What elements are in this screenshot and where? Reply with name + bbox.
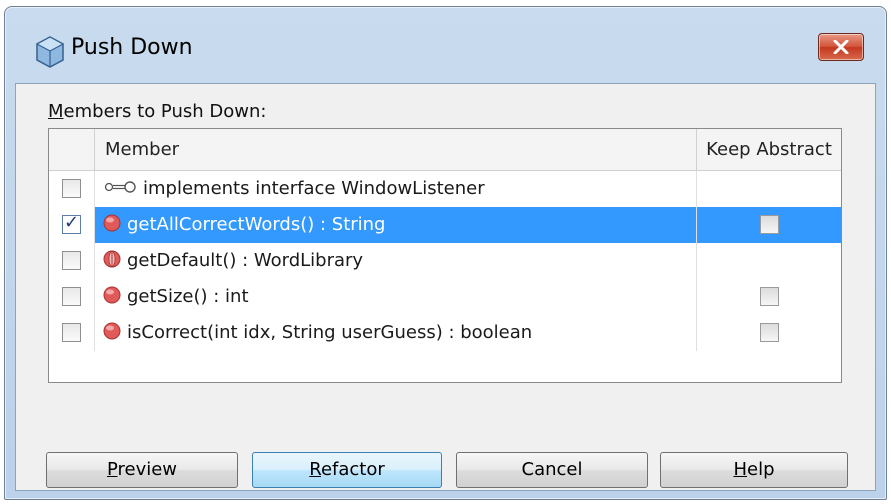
keep-abstract-cell <box>697 243 841 279</box>
refactor-mnemonic: R <box>309 459 321 480</box>
member-label: getAllCorrectWords() : String <box>127 214 386 235</box>
check-cell <box>49 171 95 207</box>
refactor-button[interactable]: Refactor <box>252 452 442 488</box>
members-label-text: embers to Push Down: <box>63 101 267 122</box>
column-header-check[interactable] <box>49 129 95 171</box>
table-row[interactable]: getSize() : int <box>49 279 841 315</box>
method-icon <box>103 322 121 340</box>
table-row[interactable]: isCorrect(int idx, String userGuess) : b… <box>49 315 841 351</box>
keep-abstract-cell <box>697 171 841 207</box>
keep-abstract-cell <box>697 279 841 315</box>
keep-abstract-checkbox[interactable] <box>760 215 779 234</box>
abstract-method-icon <box>103 250 121 268</box>
table-row[interactable]: ✓ getAllCorrectWords() : String <box>49 207 841 243</box>
help-mnemonic: H <box>733 459 748 480</box>
help-button[interactable]: Help <box>660 452 848 488</box>
member-cell[interactable]: getAllCorrectWords() : String <box>95 207 697 243</box>
title-bar: Push Down <box>5 7 886 83</box>
member-cell[interactable]: implements interface WindowListener <box>95 171 697 207</box>
keep-abstract-cell <box>697 315 841 351</box>
members-label: Members to Push Down: <box>48 101 266 122</box>
cancel-label: Cancel <box>521 459 583 480</box>
method-icon <box>103 214 121 232</box>
member-checkbox[interactable] <box>62 179 81 198</box>
close-button[interactable] <box>818 33 864 61</box>
members-label-mnemonic: M <box>48 101 64 122</box>
keep-abstract-checkbox[interactable] <box>760 323 779 342</box>
window-title: Push Down <box>71 35 193 60</box>
table-header: Member Keep Abstract <box>49 129 841 171</box>
check-cell <box>49 279 95 315</box>
member-cell[interactable]: getDefault() : WordLibrary <box>95 243 697 279</box>
keep-abstract-checkbox[interactable] <box>760 287 779 306</box>
member-cell[interactable]: getSize() : int <box>95 279 697 315</box>
push-down-dialog: Push Down Members to Push Down: Member K… <box>4 6 887 500</box>
checkmark-icon: ✓ <box>64 212 80 233</box>
help-label: elp <box>747 459 775 480</box>
dialog-body: Members to Push Down: Member Keep Abstra… <box>15 83 876 491</box>
table-row[interactable]: getDefault() : WordLibrary <box>49 243 841 279</box>
member-label: getSize() : int <box>127 286 249 307</box>
check-cell: ✓ <box>49 207 95 243</box>
interface-implements-icon <box>104 181 136 193</box>
member-label: isCorrect(int idx, String userGuess) : b… <box>127 322 533 343</box>
check-cell <box>49 315 95 351</box>
member-checkbox[interactable] <box>62 251 81 270</box>
close-icon <box>833 40 849 54</box>
table-row[interactable]: implements interface WindowListener <box>49 171 841 207</box>
preview-mnemonic: P <box>106 459 118 480</box>
member-label: implements interface WindowListener <box>143 178 485 199</box>
member-checkbox[interactable] <box>62 323 81 342</box>
members-table: Member Keep Abstract implements interfac… <box>48 128 842 383</box>
preview-label: review <box>117 459 178 480</box>
member-checkbox[interactable]: ✓ <box>62 212 81 234</box>
cancel-button[interactable]: Cancel <box>456 452 648 488</box>
member-cell[interactable]: isCorrect(int idx, String userGuess) : b… <box>95 315 697 351</box>
check-cell <box>49 243 95 279</box>
member-label: getDefault() : WordLibrary <box>127 250 364 271</box>
refactor-label: efactor <box>320 459 385 480</box>
cube-icon <box>35 36 65 68</box>
column-header-keep-abstract[interactable]: Keep Abstract <box>697 129 841 171</box>
keep-abstract-cell <box>697 207 841 243</box>
method-icon <box>103 286 121 304</box>
preview-button[interactable]: Preview <box>46 452 238 488</box>
column-header-member[interactable]: Member <box>95 129 697 171</box>
member-checkbox[interactable] <box>62 287 81 306</box>
